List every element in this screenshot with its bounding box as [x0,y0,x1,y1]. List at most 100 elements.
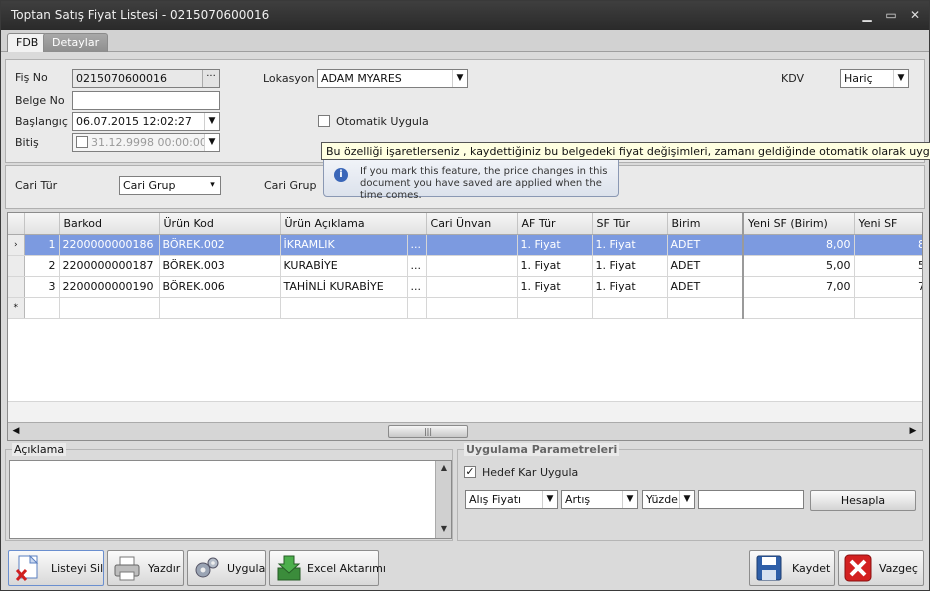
cell-urun-kod[interactable]: BÖREK.006 [159,276,281,298]
bitis-checkbox[interactable] [76,136,88,148]
chevron-down-icon[interactable]: ▼ [542,491,557,508]
listeyi-sil-button[interactable]: Listeyi Sil [8,550,104,586]
cell-sf-tur[interactable]: 1. Fiyat [592,276,668,298]
kdv-select[interactable]: Hariç ▼ [840,69,909,88]
cell-barkod[interactable]: 2200000000190 [59,276,160,298]
new-row-cell[interactable] [743,297,855,319]
cell-barkod[interactable]: 2200000000187 [59,255,160,277]
chevron-down-icon[interactable]: ▾ [205,177,220,194]
chevron-down-icon[interactable]: ▼ [204,134,219,151]
cell-birim[interactable]: ADET [667,234,745,256]
col-yeni-sf[interactable]: Yeni SF [854,213,922,235]
cell-yeni-sf-birim[interactable]: 8,00 [743,234,855,256]
belge-no-field[interactable] [72,91,220,110]
cell-cari-unvan[interactable] [426,234,518,256]
tab-fdb[interactable]: FDB [7,33,48,52]
hesapla-button[interactable]: Hesapla [810,490,916,511]
cell-af-tur[interactable]: 1. Fiyat [517,276,593,298]
cell-cari-unvan[interactable] [426,276,518,298]
scroll-up-icon[interactable]: ▲ [438,463,450,475]
alis-fiyati-select[interactable]: Alış Fiyatı ▼ [465,490,558,509]
scroll-left-icon[interactable]: ◀ [10,425,22,438]
cell-yeni-sf[interactable]: 8,00 [854,234,922,256]
new-row-cell[interactable] [159,297,281,319]
new-row-cell[interactable] [517,297,593,319]
cell-yeni-sf-birim[interactable]: 5,00 [743,255,855,277]
ellipsis-button[interactable]: ... [407,234,427,256]
cell-yeni-sf[interactable]: 5,00 [854,255,922,277]
new-row-cell[interactable] [407,297,427,319]
cell-af-tur[interactable]: 1. Fiyat [517,255,593,277]
horizontal-scrollbar[interactable]: ◀ ||| ▶ [8,422,922,440]
cell-af-tur[interactable]: 1. Fiyat [517,234,593,256]
cell-birim[interactable]: ADET [667,255,745,277]
col-birim[interactable]: Birim [667,213,745,235]
cell-urun-aciklama[interactable]: TAHİNLİ KURABİYE [280,276,408,298]
value-input[interactable] [698,490,804,509]
cell-urun-kod[interactable]: BÖREK.003 [159,255,281,277]
tab-detaylar[interactable]: Detaylar [43,33,109,52]
col-urun-aciklama[interactable]: Ürün Açıklama [280,213,427,235]
lokasyon-select[interactable]: ADAM MYARES ▼ [317,69,468,88]
artis-select[interactable]: Artış ▼ [561,490,638,509]
price-grid[interactable]: Barkod Ürün Kod Ürün Açıklama Cari Ünvan… [7,212,923,441]
cell-urun-aciklama[interactable]: İKRAMLIK [280,234,408,256]
col-sf-tur[interactable]: SF Tür [592,213,668,235]
col-yeni-sf-birim[interactable]: Yeni SF (Birim) [743,213,855,235]
col-af-tur[interactable]: AF Tür [517,213,593,235]
vazgec-button[interactable]: Vazgeç [838,550,924,586]
excel-aktarimi-button[interactable]: Excel Aktarımı [269,550,386,586]
new-row-cell[interactable] [426,297,518,319]
chevron-down-icon[interactable]: ▼ [893,70,908,87]
new-row-cell[interactable] [667,297,745,319]
minimize-button[interactable]: ▁ [859,7,875,23]
cell-urun-kod[interactable]: BÖREK.002 [159,234,281,256]
new-row-cell[interactable] [59,297,160,319]
new-row-cell[interactable] [854,297,922,319]
maximize-button[interactable]: ▭ [883,7,899,23]
vertical-scrollbar[interactable]: ▲ ▼ [435,461,451,538]
aciklama-textarea[interactable]: ▲ ▼ [9,460,452,539]
cell-yeni-sf[interactable]: 7,00 [854,276,922,298]
cell-sf-tur[interactable]: 1. Fiyat [592,234,668,256]
scroll-thumb[interactable]: ||| [388,425,468,438]
otomatik-uygula-checkbox[interactable] [318,115,330,127]
col-cari-unvan[interactable]: Cari Ünvan [426,213,518,235]
chevron-down-icon[interactable]: ▼ [622,491,637,508]
new-row-cell[interactable] [592,297,668,319]
kaydet-button[interactable]: Kaydet [749,550,835,586]
uygula-button[interactable]: Uygula [187,550,266,586]
scroll-right-icon[interactable]: ▶ [907,425,919,438]
cell-birim[interactable]: ADET [667,276,745,298]
fis-no-field[interactable]: 0215070600016 ··· [72,69,220,88]
baslangic-date-field[interactable]: 06.07.2015 12:02:27 ▼ [72,112,220,131]
new-row-cell[interactable] [280,297,408,319]
scroll-down-icon[interactable]: ▼ [438,524,450,536]
cell-urun-aciklama[interactable]: KURABİYE [280,255,408,277]
chevron-down-icon[interactable]: ▼ [204,113,219,130]
ellipsis-button[interactable]: ... [407,276,427,298]
new-row[interactable]: * [8,297,922,319]
yazdir-button[interactable]: Yazdır [107,550,184,586]
new-row-cell[interactable] [24,297,60,319]
cell-barkod[interactable]: 2200000000186 [59,234,160,256]
yuzde-select[interactable]: Yüzde ▼ [642,490,695,509]
chevron-down-icon[interactable]: ▼ [679,491,694,508]
bitis-date-field[interactable]: 31.12.9998 00:00:00 ▼ [72,133,220,152]
cell-cari-unvan[interactable] [426,255,518,277]
title-bar[interactable]: Toptan Satış Fiyat Listesi - 02150706000… [1,1,929,30]
cell-sf-tur[interactable]: 1. Fiyat [592,255,668,277]
ellipsis-button[interactable]: ... [407,255,427,277]
table-row[interactable]: 3 2200000000190 BÖREK.006 TAHİNLİ KURABİ… [8,276,922,298]
chevron-down-icon[interactable]: ▼ [452,70,467,87]
close-button[interactable]: ✕ [907,7,923,23]
hedef-kar-checkbox[interactable]: ✓ [464,466,476,478]
col-urun-kod[interactable]: Ürün Kod [159,213,281,235]
cari-tur-select[interactable]: Cari Grup ▾ [119,176,221,195]
grid-header-row: Barkod Ürün Kod Ürün Açıklama Cari Ünvan… [8,213,922,235]
fis-no-browse-button[interactable]: ··· [202,70,219,87]
cell-yeni-sf-birim[interactable]: 7,00 [743,276,855,298]
table-row[interactable]: 2 2200000000187 BÖREK.003 KURABİYE ... 1… [8,255,922,277]
table-row[interactable]: › 1 2200000000186 BÖREK.002 İKRAMLIK ...… [8,234,922,256]
col-barkod[interactable]: Barkod [59,213,160,235]
